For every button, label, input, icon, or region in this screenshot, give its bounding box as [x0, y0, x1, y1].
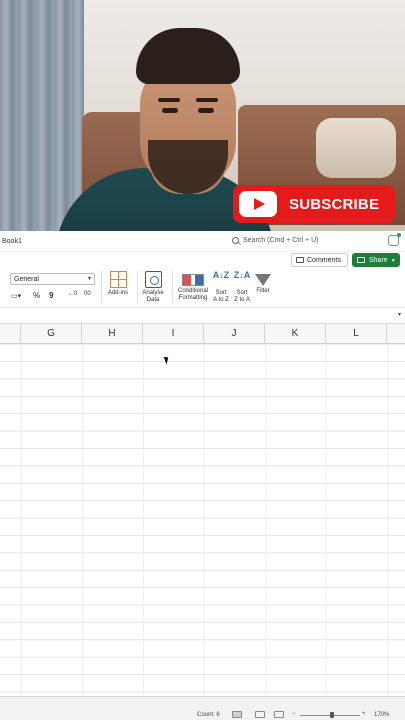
page-break-view-icon[interactable]	[274, 711, 284, 718]
analyse-label-1: Analyse	[142, 290, 164, 296]
normal-view-icon[interactable]	[232, 711, 242, 718]
share-label: Share	[369, 256, 388, 264]
search-icon	[232, 237, 239, 244]
comment-icon	[296, 257, 304, 263]
left-eye	[162, 108, 178, 113]
pillow	[316, 118, 396, 178]
screen: SUBSCRIBE Book1 Search (Cmd + Ctrl + U) …	[0, 0, 405, 720]
page-layout-view-icon[interactable]	[255, 711, 265, 718]
column-header-g[interactable]: G	[21, 324, 82, 344]
number-format-select[interactable]: General ▾	[10, 273, 95, 285]
subscribe-label: SUBSCRIBE	[289, 195, 380, 213]
column-header-f[interactable]	[0, 324, 21, 344]
analyse-label-2: Data	[146, 297, 160, 303]
sort-za-label-2: Z to A	[234, 297, 250, 303]
add-ins-label: Add-ins	[107, 290, 129, 296]
right-brow	[196, 98, 218, 102]
youtube-play-icon	[239, 191, 277, 217]
column-header-row: G H I J K L	[0, 324, 405, 344]
search-box[interactable]: Search (Cmd + Ctrl + U)	[232, 237, 318, 244]
ribbon: General ▾ ▭▾ % 9 ←0 00 Add-ins Analyse D…	[0, 268, 405, 308]
share-icon	[357, 257, 365, 263]
number-format-value: General	[14, 276, 39, 283]
column-header-h[interactable]: H	[82, 324, 143, 344]
add-ins-button[interactable]: Add-ins	[100, 271, 136, 297]
share-button[interactable]: Share ▾	[352, 253, 400, 267]
column-header-l[interactable]: L	[326, 324, 387, 344]
zoom-level: 170%	[374, 712, 390, 718]
left-brow	[158, 98, 180, 102]
column-header-j[interactable]: J	[204, 324, 265, 344]
filter-button[interactable]: Filter	[245, 271, 281, 295]
zoom-in-button[interactable]: +	[362, 711, 366, 717]
search-placeholder: Search (Cmd + Ctrl + U)	[243, 237, 319, 244]
percent-style-button[interactable]: %	[33, 291, 40, 300]
column-header-k[interactable]: K	[265, 324, 326, 344]
increase-decimal-icon[interactable]: ←0	[68, 291, 77, 297]
sheet-tab-bar	[0, 696, 405, 710]
analyse-data-icon	[144, 271, 162, 288]
workbook-title: Book1	[2, 238, 22, 245]
status-bar: Count: 6 − + 170%	[0, 710, 405, 720]
expand-formula-icon[interactable]: ▾	[398, 311, 401, 318]
comma-style-button[interactable]: 9	[49, 291, 53, 300]
comments-label: Comments	[307, 256, 341, 264]
comments-button[interactable]: Comments	[291, 253, 348, 267]
filter-label: Filter	[256, 288, 270, 294]
currency-format-icon[interactable]: ▭▾	[11, 292, 21, 300]
filter-icon	[255, 274, 271, 286]
column-header-i[interactable]: I	[143, 324, 204, 344]
selection-count: Count: 6	[197, 712, 220, 718]
subscribe-button[interactable]: SUBSCRIBE	[233, 185, 395, 223]
analyse-data-button[interactable]: Analyse Data	[135, 271, 171, 304]
title-bar: Book1 Search (Cmd + Ctrl + U)	[0, 231, 405, 252]
zoom-out-button[interactable]: −	[292, 711, 296, 717]
curtain	[0, 0, 84, 231]
ribbon-divider	[172, 271, 173, 303]
right-eye	[198, 108, 214, 113]
formula-bar[interactable]: ▾	[0, 308, 405, 324]
account-icon[interactable]	[388, 233, 401, 246]
chevron-down-icon: ▾	[391, 257, 395, 264]
chevron-down-icon: ▾	[87, 276, 91, 282]
decrease-decimal-icon[interactable]: 00	[84, 291, 91, 297]
conditional-formatting-icon	[182, 274, 204, 286]
cell-grid[interactable]	[0, 344, 405, 696]
zoom-slider-thumb[interactable]	[330, 712, 334, 718]
webcam-video: SUBSCRIBE	[0, 0, 405, 231]
add-ins-icon	[109, 271, 127, 288]
